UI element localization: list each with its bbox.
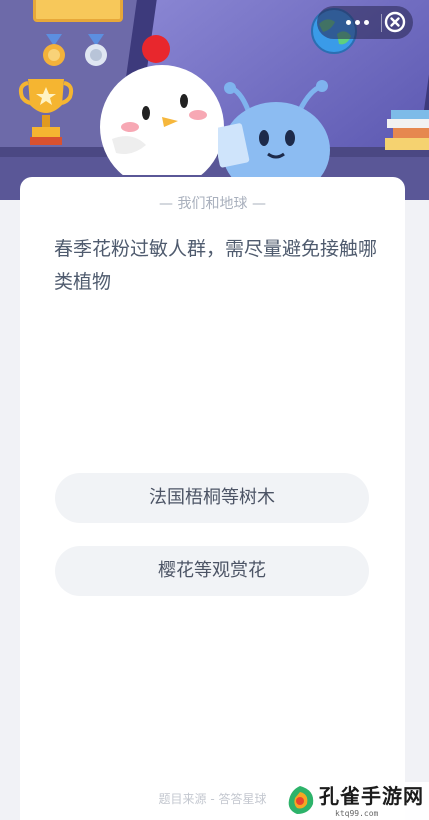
gold-medal-icon [43, 34, 65, 66]
watermark-name: 孔雀手游网 [319, 784, 424, 808]
card-category-title: — 我们和地球 — [159, 196, 266, 212]
answer-option-1[interactable]: 法国梧桐等树木 [55, 473, 369, 523]
site-watermark: 孔雀手游网 ktq99.com [283, 782, 429, 820]
question-text: 春季花粉过敏人群，需尽量避免接触哪类植物 [54, 238, 378, 293]
close-circle-icon[interactable] [383, 10, 407, 34]
header-illustration [0, 0, 429, 200]
peacock-logo-icon [288, 786, 314, 814]
alien-mascot [218, 80, 330, 185]
books-icon [385, 110, 429, 150]
more-dots-icon[interactable] [342, 14, 372, 31]
capsule-divider [381, 14, 382, 32]
award-plaque [33, 0, 123, 22]
answer-option-2[interactable]: 樱花等观赏花 [55, 546, 369, 596]
trophy-icon [18, 79, 74, 145]
question-card: — 我们和地球 — 春季花粉过敏人群，需尽量避免接触哪类植物 法国梧桐等树木 樱… [20, 177, 405, 820]
watermark-url: ktq99.com [335, 809, 379, 818]
